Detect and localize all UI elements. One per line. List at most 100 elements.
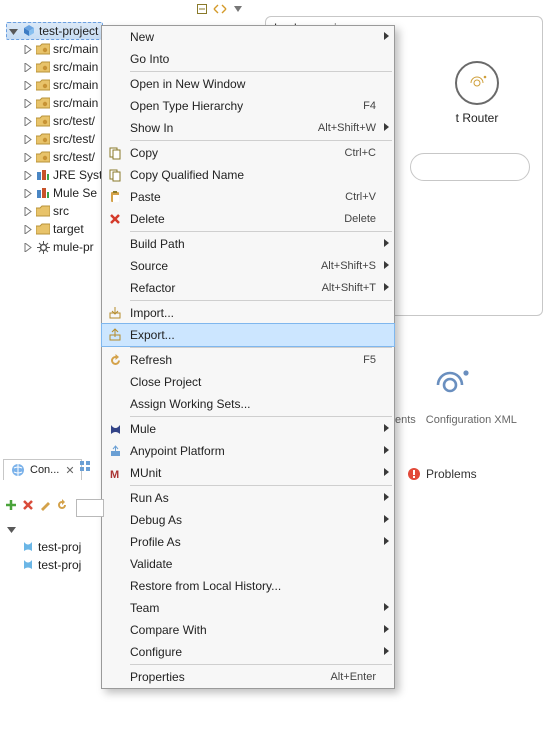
menu-item-configure[interactable]: Configure [102, 641, 394, 663]
menu-item-refresh[interactable]: RefreshF5 [102, 349, 394, 371]
menu-item-label: Build Path [126, 237, 376, 251]
menu-item-delete[interactable]: DeleteDelete [102, 208, 394, 230]
problems-tab[interactable]: Problems [406, 466, 477, 482]
twisty-icon[interactable] [22, 99, 33, 108]
menu-item-close-project[interactable]: Close Project [102, 371, 394, 393]
menu-item-profile-as[interactable]: Profile As [102, 531, 394, 553]
refresh-icon[interactable] [55, 498, 69, 512]
menu-item-open-in-new-window[interactable]: Open in New Window [102, 73, 394, 95]
paste-icon [104, 190, 126, 204]
twisty-icon[interactable] [22, 153, 33, 162]
menu-item-mule[interactable]: Mule [102, 418, 394, 440]
connections-root-row[interactable] [6, 520, 81, 538]
menu-item-accelerator: F4 [355, 100, 376, 112]
menu-item-import[interactable]: Import... [102, 302, 394, 324]
folder-icon [35, 221, 51, 237]
menu-item-properties[interactable]: PropertiesAlt+Enter [102, 666, 394, 688]
menu-separator [130, 416, 392, 417]
connection-item[interactable]: test-proj [20, 538, 81, 556]
collapse-all-icon[interactable] [195, 2, 209, 16]
tree-item-label: src [53, 204, 69, 218]
menu-item-export[interactable]: Export... [102, 324, 394, 346]
menu-item-source[interactable]: SourceAlt+Shift+S [102, 255, 394, 277]
menu-item-validate[interactable]: Validate [102, 553, 394, 575]
menu-item-show-in[interactable]: Show InAlt+Shift+W [102, 117, 394, 139]
mule-icon [104, 423, 126, 436]
menu-item-label: Assign Working Sets... [126, 397, 376, 411]
tree-item-label: src/main [53, 96, 98, 110]
tab-comments[interactable]: ents [395, 414, 416, 426]
twisty-icon[interactable] [22, 135, 33, 144]
menu-item-label: Show In [126, 121, 310, 135]
connections-actions [4, 498, 69, 512]
menu-separator [130, 485, 392, 486]
connections-filter-input[interactable] [76, 499, 104, 517]
twisty-icon[interactable] [22, 81, 33, 90]
twisty-icon[interactable] [22, 189, 33, 198]
add-icon[interactable] [4, 498, 18, 512]
twisty-icon[interactable] [6, 525, 17, 534]
menu-item-team[interactable]: Team [102, 597, 394, 619]
menu-item-refactor[interactable]: RefactorAlt+Shift+T [102, 277, 394, 299]
tree-item-label: src/test/ [53, 114, 95, 128]
menu-item-run-as[interactable]: Run As [102, 487, 394, 509]
delete-icon [104, 213, 126, 225]
menu-item-accelerator: Alt+Shift+T [314, 282, 376, 294]
twisty-icon[interactable] [8, 27, 19, 36]
menu-item-label: Import... [126, 306, 376, 320]
jre-library-icon [35, 167, 51, 183]
menu-item-debug-as[interactable]: Debug As [102, 509, 394, 531]
connections-toolbar [78, 459, 92, 473]
submenu-arrow-icon [384, 493, 389, 501]
menu-item-munit[interactable]: MMUnit [102, 462, 394, 484]
connection-item[interactable]: test-proj [20, 556, 81, 574]
menu-item-label: Paste [126, 190, 337, 204]
menu-item-label: Debug As [126, 513, 376, 527]
twisty-icon[interactable] [22, 171, 33, 180]
link-editor-icon[interactable] [213, 2, 227, 16]
menu-item-compare-with[interactable]: Compare With [102, 619, 394, 641]
menu-item-build-path[interactable]: Build Path [102, 233, 394, 255]
menu-item-new[interactable]: New [102, 26, 394, 48]
twisty-icon[interactable] [22, 225, 33, 234]
menu-item-label: Delete [126, 212, 336, 226]
menu-item-copy-qualified-name[interactable]: Copy Qualified Name [102, 164, 394, 186]
problems-icon [406, 466, 422, 482]
menu-item-accelerator: Ctrl+V [337, 191, 376, 203]
connection-item-label: test-proj [38, 540, 81, 554]
twisty-icon[interactable] [22, 63, 33, 72]
globe-icon [10, 462, 26, 478]
menu-item-label: Open in New Window [126, 77, 376, 91]
menu-item-label: New [126, 30, 376, 44]
menu-item-open-type-hierarchy[interactable]: Open Type HierarchyF4 [102, 95, 394, 117]
submenu-arrow-icon [384, 283, 389, 291]
package-folder-icon [35, 131, 51, 147]
menu-item-assign-working-sets[interactable]: Assign Working Sets... [102, 393, 394, 415]
remove-icon[interactable] [21, 498, 35, 512]
menu-item-paste[interactable]: PasteCtrl+V [102, 186, 394, 208]
connection-item-label: test-proj [38, 558, 81, 572]
twisty-icon[interactable] [22, 243, 33, 252]
router-node[interactable]: t Router [442, 61, 512, 153]
menu-item-restore-from-local-history[interactable]: Restore from Local History... [102, 575, 394, 597]
flow-pill[interactable] [410, 153, 530, 181]
twisty-icon[interactable] [22, 45, 33, 54]
menu-item-accelerator: F5 [355, 354, 376, 366]
edit-icon[interactable] [38, 498, 52, 512]
grid-icon[interactable] [78, 459, 92, 473]
connections-tab[interactable]: Con... ✕ [3, 459, 82, 480]
tree-item-project[interactable]: test-project [6, 22, 103, 40]
twisty-icon[interactable] [22, 117, 33, 126]
menu-item-accelerator: Delete [336, 213, 376, 225]
menu-item-go-into[interactable]: Go Into [102, 48, 394, 70]
menu-item-label: Close Project [126, 375, 376, 389]
menu-item-label: Run As [126, 491, 376, 505]
menu-item-copy[interactable]: CopyCtrl+C [102, 142, 394, 164]
close-icon[interactable]: ✕ [65, 464, 74, 477]
view-menu-icon[interactable] [231, 2, 245, 16]
menu-item-anypoint-platform[interactable]: Anypoint Platform [102, 440, 394, 462]
menu-separator [130, 664, 392, 665]
twisty-icon[interactable] [22, 207, 33, 216]
tree-item-label: target [53, 222, 84, 236]
tab-config-xml[interactable]: Configuration XML [426, 414, 517, 426]
